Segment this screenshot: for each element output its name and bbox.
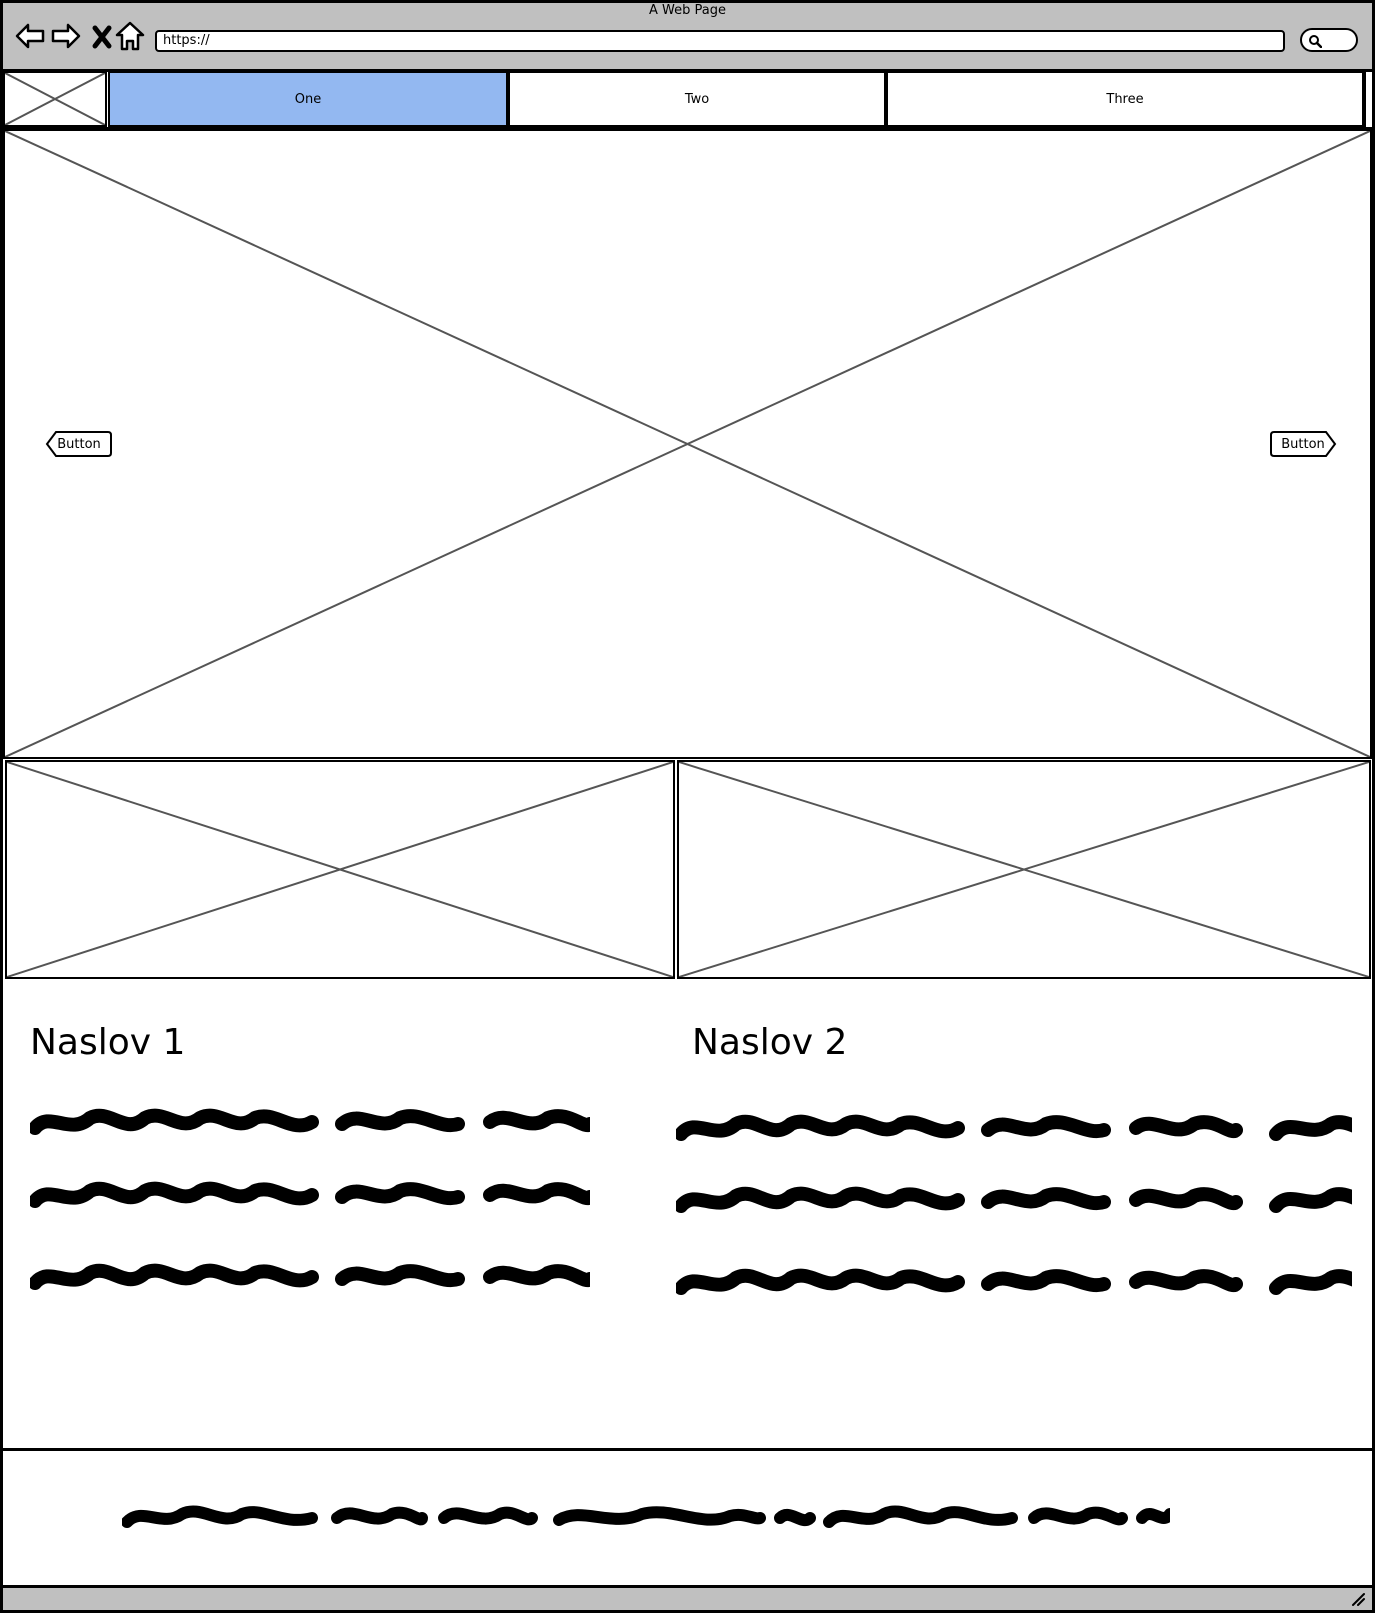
column-heading-1: Naslov 1 [30,1022,186,1063]
footer-text [122,1496,1170,1536]
text-line [28,1100,597,1144]
hero-image [3,129,1372,759]
carousel-prev-label: Button [57,436,101,452]
search-field[interactable] [1300,28,1358,52]
feature-image-2 [677,760,1371,979]
window-title: A Web Page [649,3,726,18]
scribble-text [676,1114,1352,1141]
carousel-next-label: Button [1281,436,1325,452]
image-placeholder-icon [7,762,673,977]
logo-image [3,71,107,127]
text-line [676,1260,1352,1304]
column-heading-2: Naslov 2 [692,1022,848,1063]
tab-one[interactable]: One [108,71,508,127]
back-arrow-icon[interactable] [14,20,46,52]
tab-two[interactable]: Two [508,71,886,127]
feature-image-1 [5,760,675,979]
image-placeholder-icon [679,762,1369,977]
scribble-text [28,1181,597,1208]
image-placeholder-icon [5,73,105,125]
text-line [28,1255,597,1299]
scribble-text [122,1505,1170,1528]
tab-bar-end [1364,71,1372,127]
image-placeholder-icon [5,131,1370,757]
carousel-prev-button[interactable]: Button [45,431,112,457]
home-icon[interactable] [114,20,146,52]
tab-three[interactable]: Three [886,71,1364,127]
text-line [676,1178,1352,1222]
address-bar[interactable]: https:// [155,30,1285,52]
scribble-text [676,1268,1352,1295]
scribble-text [28,1263,597,1290]
resize-grip-icon[interactable] [1350,1592,1366,1606]
search-icon [1309,35,1322,48]
carousel-next-button[interactable]: Button [1270,431,1337,457]
forward-arrow-icon[interactable] [50,20,82,52]
scribble-text [676,1186,1352,1213]
scribble-text [28,1108,597,1135]
text-line [676,1106,1352,1150]
status-bar [3,1588,1372,1610]
text-line [28,1173,597,1217]
